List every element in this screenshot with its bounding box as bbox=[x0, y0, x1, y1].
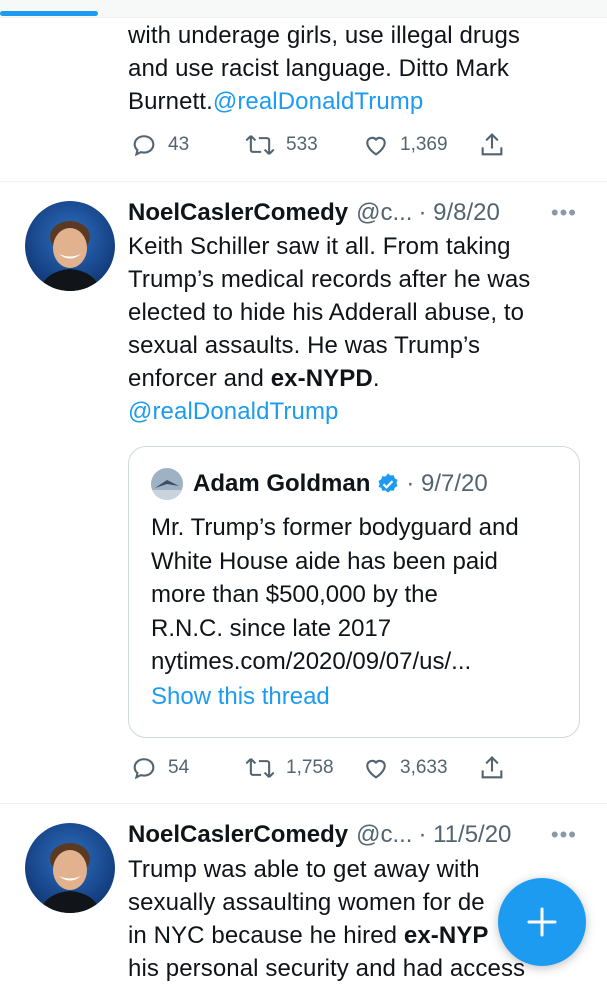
quote-avatar bbox=[151, 468, 183, 500]
tweet-date[interactable]: · 11/5/20 bbox=[418, 821, 511, 849]
reply-count: 43 bbox=[168, 134, 190, 155]
tweet-text-line: elected to hide his Adderall abuse, to bbox=[128, 299, 525, 326]
like-button[interactable]: 3,633 bbox=[362, 753, 448, 783]
retweet-icon bbox=[245, 758, 275, 778]
retweet-count: 533 bbox=[286, 134, 318, 155]
share-button[interactable] bbox=[478, 753, 506, 783]
quote-text-line: more than $500,000 by the bbox=[151, 581, 438, 608]
quoted-tweet[interactable]: Adam Goldman · 9/7/20 Mr. Trump’s former… bbox=[128, 446, 580, 738]
tweet-actions: 43 533 1,369 bbox=[0, 130, 607, 160]
tweet-text-line: sexual assaults. He was Trump’s bbox=[128, 332, 481, 359]
quote-text-line: Mr. Trump’s former bodyguard and bbox=[151, 514, 519, 541]
like-count: 1,369 bbox=[400, 134, 448, 155]
tweet-text-line: . bbox=[372, 365, 380, 392]
tweet-text: with underage girls, use illegal drugs a… bbox=[128, 19, 588, 118]
more-options-icon[interactable]: ••• bbox=[551, 822, 577, 848]
handle[interactable]: @c... bbox=[356, 821, 412, 849]
verified-badge-icon bbox=[378, 473, 398, 493]
reply-count: 54 bbox=[168, 757, 190, 778]
tweet-text-line: Burnett. bbox=[128, 88, 213, 115]
retweet-icon bbox=[245, 135, 275, 155]
tweet-previous[interactable]: with underage girls, use illegal drugs a… bbox=[0, 0, 607, 180]
retweet-button[interactable]: 1,758 bbox=[244, 753, 334, 783]
compose-plus-icon bbox=[527, 907, 557, 937]
quote-url[interactable]: nytimes.com/2020/09/07/us/... bbox=[151, 645, 561, 679]
avatar[interactable] bbox=[25, 823, 115, 913]
quote-author-name: Adam Goldman bbox=[193, 470, 371, 497]
like-button[interactable]: 1,369 bbox=[362, 130, 448, 160]
like-icon bbox=[366, 759, 386, 779]
compose-tweet-button[interactable] bbox=[498, 878, 586, 966]
display-name[interactable]: NoelCaslerComedy bbox=[128, 821, 348, 849]
handle[interactable]: @c... bbox=[356, 199, 412, 227]
quote-header: Adam Goldman · 9/7/20 bbox=[151, 467, 488, 501]
tweet-date[interactable]: · 9/8/20 bbox=[418, 199, 499, 227]
like-icon bbox=[366, 136, 386, 156]
tweet-text-line: in NYC because he hired bbox=[128, 922, 404, 949]
tweet-header: NoelCaslerComedy @c... · 9/8/20 bbox=[128, 196, 500, 229]
reply-button[interactable]: 54 bbox=[130, 753, 189, 783]
quote-text: Mr. Trump’s former bodyguard and White H… bbox=[151, 511, 561, 679]
show-thread-link[interactable]: Show this thread bbox=[151, 683, 330, 711]
tweet-text-line: Trump’s medical records after he was bbox=[128, 266, 531, 293]
tweet-text-line: and use racist language. Ditto Mark bbox=[128, 55, 510, 82]
tweet-text-line: with underage girls, use illegal drugs bbox=[128, 22, 521, 49]
more-options-icon[interactable]: ••• bbox=[551, 200, 577, 226]
tweet-text-line: enforcer and bbox=[128, 365, 271, 392]
tweet-actions: 54 1,758 3,633 bbox=[0, 753, 607, 783]
reply-icon bbox=[133, 758, 155, 780]
share-icon bbox=[481, 756, 503, 779]
avatar[interactable] bbox=[25, 201, 115, 291]
mention-link[interactable]: @realDonaldTrump bbox=[213, 88, 424, 115]
like-count: 3,633 bbox=[400, 757, 448, 778]
tweet-text-line: Keith Schiller saw it all. From taking bbox=[128, 233, 511, 260]
share-button[interactable] bbox=[478, 130, 506, 160]
quote-text-line: White House aide has been paid bbox=[151, 547, 498, 575]
bold-text: ex-NYP bbox=[403, 922, 489, 949]
quote-date: · 9/7/20 bbox=[406, 470, 488, 497]
display-name[interactable]: NoelCaslerComedy bbox=[128, 199, 348, 227]
reply-icon bbox=[133, 135, 155, 157]
reply-button[interactable]: 43 bbox=[130, 130, 189, 160]
quote-text-line: R.N.C. since late 2017 bbox=[151, 614, 392, 642]
retweet-count: 1,758 bbox=[286, 757, 334, 778]
tweet-text: Keith Schiller saw it all. From taking T… bbox=[128, 230, 588, 428]
mention-link[interactable]: @realDonaldTrump bbox=[128, 395, 588, 428]
share-icon bbox=[481, 133, 503, 156]
retweet-button[interactable]: 533 bbox=[244, 130, 318, 160]
bold-text: ex-NYPD bbox=[270, 365, 373, 392]
tweet-header: NoelCaslerComedy @c... · 11/5/20 bbox=[128, 818, 511, 851]
